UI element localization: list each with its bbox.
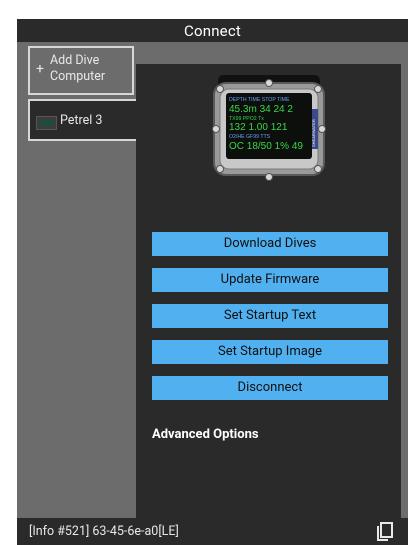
- disconnect-button[interactable]: Disconnect: [152, 376, 388, 400]
- add-dive-computer-button[interactable]: + Add Dive Computer: [28, 46, 134, 95]
- screen-row2-values: 132 1.00 121: [229, 122, 288, 133]
- page-title: Connect: [184, 22, 241, 40]
- add-dive-computer-label-line2: Computer: [50, 69, 106, 84]
- set-startup-text-button[interactable]: Set Startup Text: [152, 304, 388, 328]
- download-dives-button[interactable]: Download Dives: [152, 232, 388, 256]
- screen-row1-values: 45.3m 34 24 2: [229, 104, 293, 115]
- update-firmware-button[interactable]: Update Firmware: [152, 268, 388, 292]
- sidebar-item-petrel-3[interactable]: Petrel 3: [28, 99, 136, 141]
- screen-row1-labels: DEPTH TIME STOP TIME: [229, 97, 290, 103]
- dive-computer-image: SHEARWATER DEPTH TIME STOP TIME 45.3m 34…: [212, 75, 326, 181]
- title-bar: Connect: [17, 19, 408, 42]
- device-sidebar: + Add Dive Computer Petrel 3: [26, 46, 136, 523]
- device-panel: SHEARWATER DEPTH TIME STOP TIME 45.3m 34…: [136, 64, 401, 523]
- connect-window: Connect + Add Dive Computer Petrel 3 SHE…: [17, 19, 408, 545]
- add-dive-computer-label: Add Dive Computer: [50, 53, 105, 85]
- copy-icon[interactable]: [376, 522, 394, 542]
- add-dive-computer-label-line1: Add Dive: [50, 53, 100, 68]
- dive-computer-thumbnail-icon: [36, 116, 57, 130]
- device-brand-label: SHEARWATER: [311, 119, 316, 147]
- set-startup-image-button[interactable]: Set Startup Image: [152, 340, 388, 364]
- plus-icon: +: [36, 61, 44, 77]
- status-info-text: [Info #521] 63-45-6e-a0[LE]: [29, 524, 179, 539]
- screen-row3-values: OC 18/50 1% 49: [229, 141, 303, 152]
- screen-row3-labels: O2/HE GF99 TTS: [229, 134, 271, 140]
- advanced-options-link[interactable]: Advanced Options: [152, 427, 259, 442]
- status-bar: [Info #521] 63-45-6e-a0[LE]: [17, 518, 408, 545]
- device-name: Petrel 3: [60, 113, 103, 128]
